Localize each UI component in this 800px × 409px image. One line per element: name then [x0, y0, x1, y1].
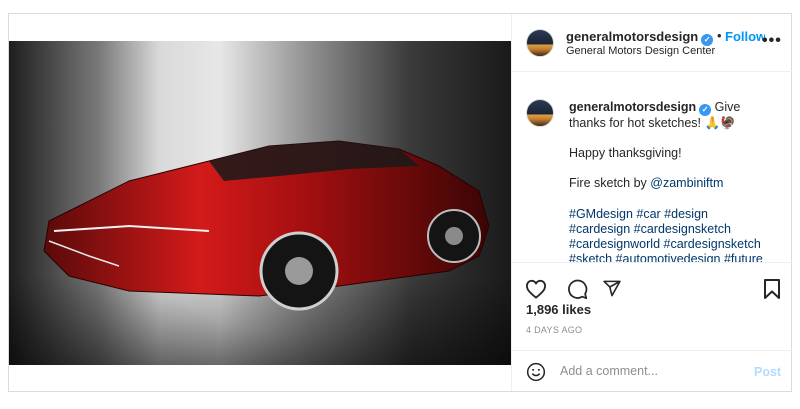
post-header: generalmotorsdesign ✓ • Follow General Mo… — [512, 14, 792, 72]
comment-box: Post — [512, 350, 792, 391]
location-link[interactable]: General Motors Design Center — [566, 45, 715, 57]
caption-verified-badge-icon: ✓ — [699, 104, 712, 116]
car-sketch-illustration — [43, 140, 490, 311]
username[interactable]: generalmotorsdesign — [566, 29, 698, 44]
separator-dot: • — [717, 28, 722, 43]
heart-icon[interactable] — [525, 279, 547, 299]
hashtag-line[interactable]: #cardesign #cardesignsketch — [569, 222, 779, 237]
hashtag-line[interactable]: #sketch #automotivedesign #future — [569, 252, 779, 262]
post-comment-button[interactable]: Post — [754, 365, 781, 379]
comment-icon[interactable] — [567, 279, 588, 300]
follow-button[interactable]: Follow — [725, 29, 765, 44]
username-link[interactable]: generalmotorsdesign ✓ — [566, 29, 714, 46]
likes-count[interactable]: 1,896 likes — [526, 302, 591, 317]
more-options-icon[interactable]: ••• — [762, 33, 782, 49]
bookmark-icon[interactable] — [764, 279, 780, 299]
hashtag-line[interactable]: #GMdesign #car #design — [569, 207, 779, 222]
caption-username[interactable]: generalmotorsdesign — [569, 100, 696, 114]
caption-line-3-prefix: Fire sketch by — [569, 176, 651, 191]
comment-input[interactable] — [560, 362, 740, 380]
caption-line-2: Happy thanksgiving! — [569, 146, 682, 161]
mention-link[interactable]: @zambiniftm — [650, 176, 723, 190]
smiley-icon[interactable] — [526, 362, 546, 382]
action-bar — [512, 262, 792, 300]
caption-area: generalmotorsdesign ✓ Give thanks for hot… — [512, 72, 792, 262]
caption-text: generalmotorsdesign ✓ Give thanks for hot… — [569, 100, 779, 262]
post-media[interactable] — [9, 14, 511, 391]
avatar[interactable] — [526, 29, 554, 57]
post-frame: generalmotorsdesign ✓ • Follow General Mo… — [8, 13, 792, 392]
caption-avatar[interactable] — [526, 99, 554, 127]
hashtag-line[interactable]: #cardesignworld #cardesignsketch — [569, 237, 779, 252]
hashtag-list: #GMdesign #car #design #cardesign #carde… — [569, 207, 779, 262]
share-icon[interactable] — [602, 279, 622, 298]
post-timestamp[interactable]: 4 DAYS AGO — [526, 325, 582, 335]
post-sidebar: generalmotorsdesign ✓ • Follow General Mo… — [511, 14, 792, 391]
